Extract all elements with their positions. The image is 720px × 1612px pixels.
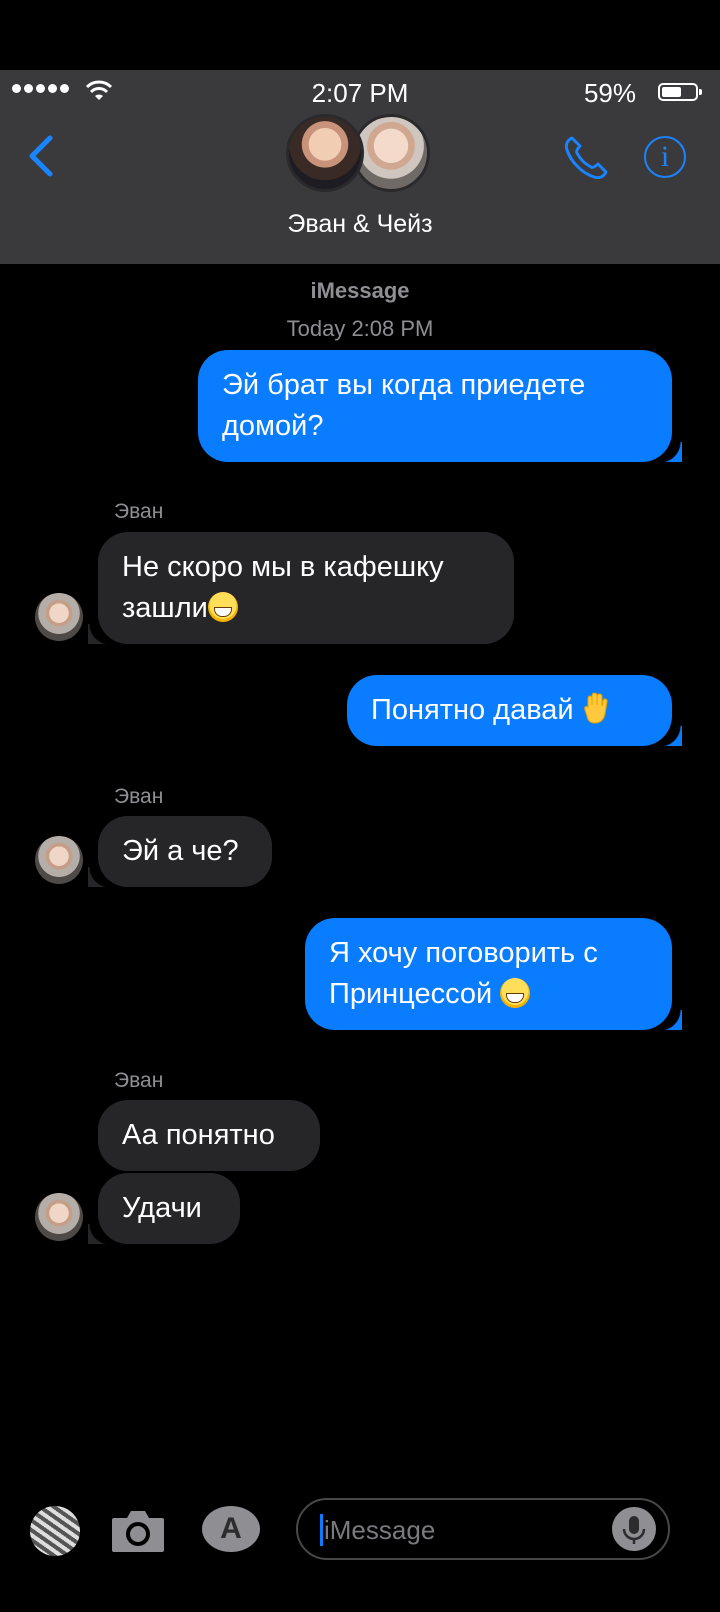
grinning-sweat-face-icon [500, 978, 531, 1008]
avatar[interactable] [35, 836, 83, 884]
message-text: Эй брат вы когда приедете домой? [222, 369, 586, 442]
message-bubble-incoming[interactable]: Удачи [88, 1173, 240, 1244]
message-input[interactable] [322, 1512, 616, 1548]
battery-percent: 59% [583, 78, 636, 108]
info-icon[interactable]: i [644, 136, 686, 178]
message-text: Аа понятно [122, 1119, 275, 1151]
message-text: Эй а че? [122, 835, 239, 867]
message-text: Удачи [122, 1192, 202, 1224]
message-bubble-outgoing[interactable]: Эй брат вы когда приедете домой? [198, 350, 682, 462]
service-label: iMessage [310, 278, 410, 303]
avatar[interactable] [286, 114, 364, 192]
conversation-title[interactable]: Эван & Чейз [0, 210, 720, 239]
message-text: Понятно давай [371, 694, 574, 726]
sender-name: Эван [114, 785, 164, 808]
camera-icon[interactable] [110, 1508, 166, 1554]
raised-hand-icon [583, 692, 608, 724]
message-bubble-outgoing[interactable]: Я хочу поговорить с Принцессой [305, 918, 682, 1030]
chevron-left-icon[interactable] [24, 134, 56, 178]
timestamp: Today 2:08 PM [286, 316, 434, 341]
message-bubble-outgoing[interactable]: Понятно давай [347, 675, 682, 746]
sender-name: Эван [114, 1069, 164, 1092]
sender-name: Эван [114, 500, 164, 523]
status-bar: 2:07 PM 59% [0, 70, 720, 114]
photos-apps-icon[interactable] [30, 1506, 80, 1556]
app-store-icon[interactable]: A [202, 1506, 260, 1552]
message-bubble-incoming[interactable]: Не скоро мы в кафешку зашли [88, 532, 514, 644]
conversation-header: Эван & Чейз i [0, 114, 720, 264]
message-bubble-incoming[interactable]: Эй а че? [88, 816, 272, 887]
message-text: Не скоро мы в кафешку зашли [122, 551, 444, 624]
message-text: Я хочу поговорить с Принцессой [329, 937, 598, 1010]
phone-icon[interactable] [562, 134, 610, 182]
grinning-face-icon [207, 592, 238, 622]
avatar[interactable] [35, 1193, 83, 1241]
microphone-icon[interactable] [612, 1507, 656, 1551]
message-input-field[interactable] [296, 1498, 670, 1560]
battery-icon [658, 83, 702, 101]
message-bubble-incoming[interactable]: Аа понятно [98, 1100, 320, 1171]
avatar[interactable] [35, 593, 83, 641]
